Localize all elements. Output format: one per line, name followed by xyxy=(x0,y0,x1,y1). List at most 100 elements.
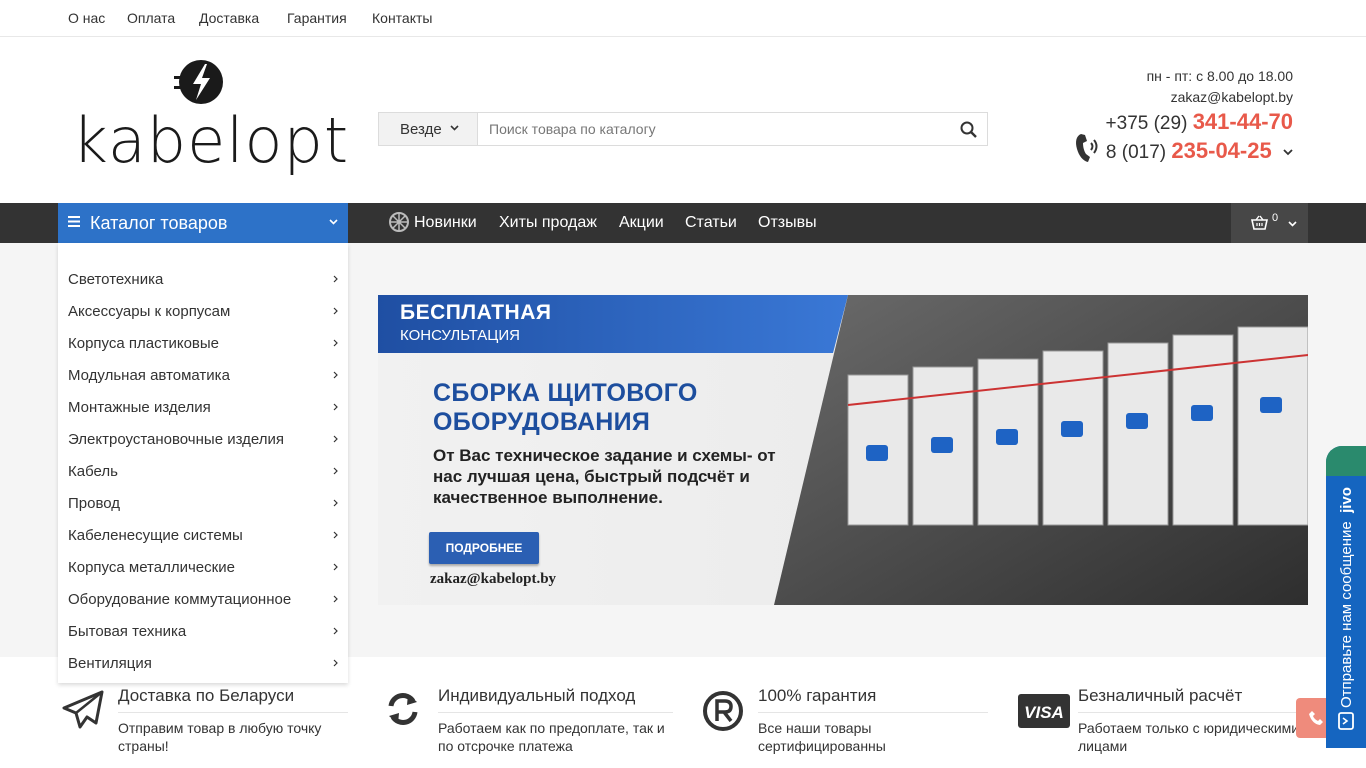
phone-icon xyxy=(1309,711,1323,725)
promo-banner[interactable]: БЕСПЛАТНАЯ КОНСУЛЬТАЦИЯ СБОРКА ЩИТОВОГО … xyxy=(378,295,1308,605)
catalog-item-lighting[interactable]: Светотехника xyxy=(58,259,348,291)
catalog-item-label: Кабеленесущие системы xyxy=(68,527,243,544)
catalog-item-modular-automation[interactable]: Модульная автоматика xyxy=(58,355,348,387)
catalog-item-cable-trays[interactable]: Кабеленесущие системы xyxy=(58,515,348,547)
search-icon[interactable] xyxy=(960,121,977,138)
jivo-message-text: Отправьте нам сообщение xyxy=(1338,521,1355,708)
feature-title: Безналичный расчёт xyxy=(1078,686,1308,713)
catalog-item-cable[interactable]: Кабель xyxy=(58,451,348,483)
search-input[interactable] xyxy=(479,113,949,145)
jivo-brand: jivo xyxy=(1338,487,1355,513)
main-navbar: Каталог товаров Новинки Хиты продаж Акци… xyxy=(0,203,1366,243)
catalog-item-label: Монтажные изделия xyxy=(68,399,211,416)
chevron-right-icon xyxy=(333,307,338,315)
search-scope-select[interactable]: Везде xyxy=(379,113,478,145)
catalog-item-appliances[interactable]: Бытовая техника xyxy=(58,611,348,643)
banner-tag-line2: КОНСУЛЬТАЦИЯ xyxy=(400,327,520,344)
catalog-item-label: Электроустановочные изделия xyxy=(68,431,284,448)
nav-link-articles[interactable]: Статьи xyxy=(685,214,737,232)
chevron-down-icon xyxy=(1288,221,1297,227)
paper-plane-icon xyxy=(62,690,104,729)
top-link-payment[interactable]: Оплата xyxy=(127,10,175,26)
catalog-item-label: Бытовая техника xyxy=(68,623,187,640)
visa-card-icon: VISA xyxy=(1018,694,1070,728)
chevron-right-icon xyxy=(333,339,338,347)
top-link-about[interactable]: О нас xyxy=(68,10,105,26)
chevron-right-icon xyxy=(333,659,338,667)
chevron-right-icon xyxy=(333,531,338,539)
chevron-right-icon xyxy=(333,403,338,411)
banner-text: От Вас техническое задание и схемы- от н… xyxy=(433,446,776,507)
chevron-right-icon xyxy=(333,563,338,571)
chevron-down-icon xyxy=(450,125,459,131)
chevron-right-icon xyxy=(333,595,338,603)
chevron-right-icon xyxy=(333,371,338,379)
top-link-contacts[interactable]: Контакты xyxy=(372,10,432,26)
catalog-item-metal-enclosures[interactable]: Корпуса металлические xyxy=(58,547,348,579)
chevron-right-icon xyxy=(333,499,338,507)
catalog-item-label: Оборудование коммутационное xyxy=(68,591,292,608)
feature-desc: Все наши товары сертифицированны xyxy=(758,720,886,754)
feature-individual: Индивидуальный подход Работаем как по пр… xyxy=(388,686,673,755)
chevron-right-icon xyxy=(333,275,338,283)
top-links-bar: О нас Оплата Доставка Гарантия Контакты xyxy=(0,0,1366,37)
nav-link-new[interactable]: Новинки xyxy=(414,214,477,232)
jivo-widget-top xyxy=(1326,446,1366,476)
catalog-item-plastic-enclosures[interactable]: Корпуса пластиковые xyxy=(58,323,348,355)
jivo-label: Отправьте нам сообщение jivo xyxy=(1338,487,1355,708)
new-items-icon xyxy=(389,212,409,232)
callback-button[interactable] xyxy=(1296,698,1326,738)
nav-link-reviews[interactable]: Отзывы xyxy=(758,214,817,232)
svg-text:VISA: VISA xyxy=(1024,703,1064,722)
top-link-warranty[interactable]: Гарантия xyxy=(287,10,347,26)
banner-more-button[interactable]: ПОДРОБНЕЕ xyxy=(429,532,539,564)
catalog-item-ventilation[interactable]: Вентиляция xyxy=(58,643,348,675)
refresh-icon xyxy=(388,693,418,725)
feature-cashless: VISA Безналичный расчёт Работаем только … xyxy=(1018,686,1308,755)
cart-button[interactable]: 0 xyxy=(1231,203,1308,243)
nav-link-bestsellers[interactable]: Хиты продаж xyxy=(499,214,597,232)
phone-ringing-icon xyxy=(1076,134,1098,162)
banner-email: zakaz@kabelopt.by xyxy=(430,571,557,587)
top-link-delivery[interactable]: Доставка xyxy=(199,10,259,26)
phone-2-prefix: 8 (017) xyxy=(1105,142,1167,163)
catalog-item-wiring-devices[interactable]: Электроустановочные изделия xyxy=(58,419,348,451)
cart-count: 0 xyxy=(1272,212,1279,224)
phone-2-number: 235-04-25 xyxy=(1171,138,1272,163)
menu-icon xyxy=(68,216,80,227)
feature-guarantee: 100% гарантия Все наши товары сертифицир… xyxy=(703,686,988,755)
contact-email[interactable]: zakaz@kabelopt.by xyxy=(1033,87,1293,108)
catalog-item-label: Корпуса пластиковые xyxy=(68,335,220,352)
catalog-item-label: Модульная автоматика xyxy=(68,367,230,384)
feature-title: Индивидуальный подход xyxy=(438,686,673,713)
chat-icon xyxy=(1338,712,1354,730)
phones-dropdown-chevron-icon[interactable] xyxy=(1283,149,1293,156)
logo-plug-icon xyxy=(174,60,223,104)
catalog-item-label: Аксессуары к корпусам xyxy=(68,303,231,320)
catalog-menu: Светотехника Аксессуары к корпусам Корпу… xyxy=(58,243,348,683)
site-logo[interactable]: kabelopt xyxy=(70,56,348,181)
phone-1-number: 341-44-70 xyxy=(1192,109,1293,134)
catalog-item-switchgear[interactable]: Оборудование коммутационное xyxy=(58,579,348,611)
catalog-item-label: Вентиляция xyxy=(68,655,152,672)
catalog-item-mounting[interactable]: Монтажные изделия xyxy=(58,387,348,419)
catalog-item-wire[interactable]: Провод xyxy=(58,483,348,515)
nav-link-promotions[interactable]: Акции xyxy=(619,214,664,232)
registered-icon xyxy=(703,691,743,731)
catalog-item-label: Провод xyxy=(68,495,121,512)
feature-delivery: Доставка по Беларуси Отправим товар в лю… xyxy=(62,686,348,755)
search-scope-label: Везде xyxy=(400,121,442,138)
feature-desc: Работаем только с юридическими лицами xyxy=(1078,720,1300,754)
catalog-button[interactable]: Каталог товаров xyxy=(58,203,348,243)
catalog-button-label: Каталог товаров xyxy=(90,213,228,233)
feature-title: Доставка по Беларуси xyxy=(118,686,348,713)
search-bar: Везде xyxy=(378,112,988,146)
chevron-right-icon xyxy=(333,467,338,475)
phone-1-prefix: +375 (29) xyxy=(1105,113,1188,134)
catalog-item-enclosure-accessories[interactable]: Аксессуары к корпусам xyxy=(58,291,348,323)
catalog-item-label: Корпуса металлические xyxy=(68,559,235,576)
work-hours: пн - пт: с 8.00 до 18.00 xyxy=(1146,68,1293,84)
jivo-chat-widget[interactable]: Отправьте нам сообщение jivo xyxy=(1326,446,1366,748)
feature-desc: Отправим товар в любую точку страны! xyxy=(118,720,322,754)
banner-tag-line1: БЕСПЛАТНАЯ xyxy=(400,301,552,324)
